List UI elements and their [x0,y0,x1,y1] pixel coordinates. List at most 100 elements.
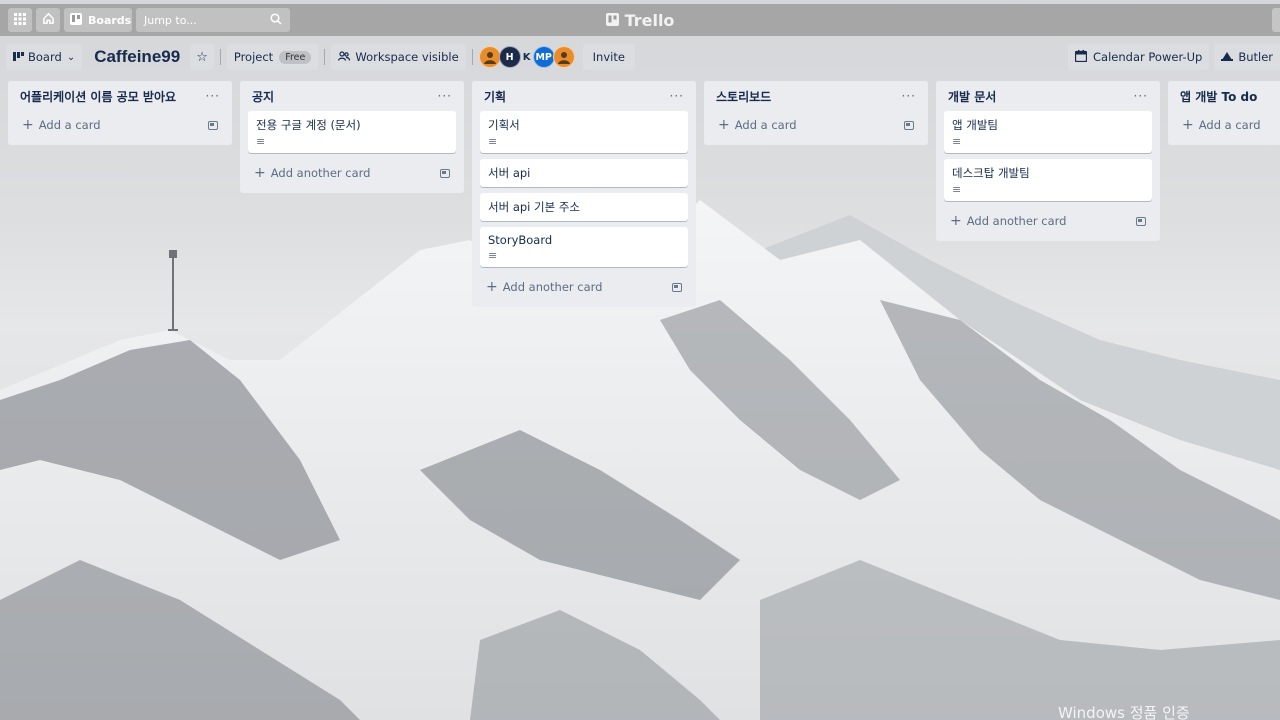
visibility-button[interactable]: Workspace visible [331,44,466,70]
card-title: 서버 api 기본 주소 [488,200,580,214]
list: 스토리보드 ··· + Add a card [704,81,928,145]
list-title[interactable]: 앱 개발 To do [1180,88,1257,105]
add-card-button[interactable]: + Add another card [248,159,456,187]
card-title: StoryBoard [488,233,553,247]
card-template-icon[interactable] [440,168,450,178]
app-switcher-button[interactable] [8,8,32,32]
star-board-button[interactable]: ☆ [190,44,214,70]
member-avatar[interactable] [552,46,575,68]
plus-icon: + [486,279,498,295]
list: 어플리케이션 이름 공모 받아요 ··· + Add a card [8,81,232,145]
list-header[interactable]: 앱 개발 To do [1176,81,1272,111]
list-menu-icon[interactable]: ··· [1134,89,1148,103]
butler-label: Butler [1238,50,1273,64]
list-title[interactable]: 공지 [252,88,274,105]
people-icon [338,50,351,64]
top-nav-bar: Boards Jump to... Trello [0,4,1280,36]
card[interactable]: 앱 개발팀 ≡ [944,111,1152,153]
add-card-label: Add a card [1198,118,1261,132]
star-icon: ☆ [196,49,208,65]
card-title: 데스크탑 개발팀 [952,166,1030,180]
list-menu-icon[interactable]: ··· [206,89,220,103]
card[interactable]: 기획서 ≡ [480,111,688,153]
card[interactable]: 전용 구글 계정 (문서) ≡ [248,111,456,153]
card-title: 서버 api [488,166,531,180]
trello-logo-text: Trello [624,10,675,30]
board-header-right: Calendar Power-Up Butler [1068,44,1280,70]
list: 공지 ··· 전용 구글 계정 (문서) ≡ + Add another card [240,81,464,193]
description-icon: ≡ [952,135,962,148]
list-title[interactable]: 어플리케이션 이름 공모 받아요 [20,88,176,105]
card-title: 앱 개발팀 [952,118,998,132]
list-header[interactable]: 개발 문서 ··· [944,81,1152,111]
member-avatar[interactable] [478,46,501,68]
card-title: 전용 구글 계정 (문서) [256,118,361,132]
description-icon: ≡ [256,135,266,148]
list: 앱 개발 To do + Add a card [1168,81,1280,145]
card-template-icon[interactable] [1136,216,1146,226]
workspace-label: Project [233,50,274,64]
board-view-icon [13,50,24,64]
account-button[interactable] [1272,8,1280,32]
home-button[interactable] [36,8,60,32]
search-placeholder: Jump to... [144,13,197,27]
card[interactable]: 서버 api [480,159,688,187]
list-header[interactable]: 스토리보드 ··· [712,81,920,111]
list-title[interactable]: 개발 문서 [948,88,996,105]
board-header: Board ⌄ Caffeine99 ☆ Project Free Worksp… [0,42,1280,72]
list-header[interactable]: 기획 ··· [480,81,688,111]
add-card-button[interactable]: + Add another card [944,207,1152,235]
card-template-icon[interactable] [904,120,914,130]
calendar-powerup-button[interactable]: Calendar Power-Up [1068,44,1210,70]
card[interactable]: StoryBoard ≡ [480,227,688,267]
member-avatar[interactable]: H [498,46,521,68]
plus-icon: + [22,117,34,133]
list-menu-icon[interactable]: ··· [902,89,916,103]
add-card-button[interactable]: + Add a card [1176,111,1272,139]
board-title[interactable]: Caffeine99 [94,47,180,67]
plan-badge: Free [279,50,312,64]
card-template-icon[interactable] [208,120,218,130]
list-title[interactable]: 스토리보드 [716,88,771,105]
board-members: H K MP [478,46,575,68]
list-menu-icon[interactable]: ··· [438,89,452,103]
board-view-switcher[interactable]: Board ⌄ [6,44,83,70]
windows-activation-watermark: Windows 정품 인증 [1058,704,1190,720]
member-avatar[interactable]: MP [532,46,555,68]
add-card-label: Add a card [734,118,797,132]
plus-icon: + [254,165,266,181]
card-template-icon[interactable] [672,282,682,292]
boards-label: Boards [88,13,132,27]
add-card-button[interactable]: + Add a card [16,111,224,139]
butler-button[interactable]: Butler [1214,44,1280,70]
card[interactable]: 데스크탑 개발팀 ≡ [944,159,1152,201]
card[interactable]: 서버 api 기본 주소 [480,193,688,221]
chevron-down-icon: ⌄ [66,51,76,63]
card-title: 기획서 [488,118,520,132]
home-icon [42,12,55,28]
plus-icon: + [950,213,962,229]
add-card-label: Add another card [502,280,603,294]
list-menu-icon[interactable]: ··· [670,89,684,103]
boards-icon [70,12,82,28]
add-card-button[interactable]: + Add a card [712,111,920,139]
calendar-icon [1074,49,1088,65]
header-divider [324,49,326,65]
description-icon: ≡ [488,249,498,262]
invite-button[interactable]: Invite [582,44,635,70]
boards-button[interactable]: Boards [64,8,132,32]
description-icon: ≡ [488,135,498,148]
list-header[interactable]: 공지 ··· [248,81,456,111]
workspace-button[interactable]: Project Free [226,44,319,70]
add-card-button[interactable]: + Add another card [480,273,688,301]
description-icon: ≡ [952,183,962,196]
list-header[interactable]: 어플리케이션 이름 공모 받아요 ··· [16,81,224,111]
header-divider [471,49,473,65]
search-input[interactable]: Jump to... [136,8,290,32]
list: 개발 문서 ··· 앱 개발팀 ≡ 데스크탑 개발팀 ≡ + Add anothe… [936,81,1160,241]
search-icon [270,12,282,28]
add-card-label: Add a card [38,118,101,132]
list: 기획 ··· 기획서 ≡ 서버 api 서버 api 기본 주소 StoryBo… [472,81,696,307]
list-title[interactable]: 기획 [484,88,506,105]
header-divider [219,49,221,65]
